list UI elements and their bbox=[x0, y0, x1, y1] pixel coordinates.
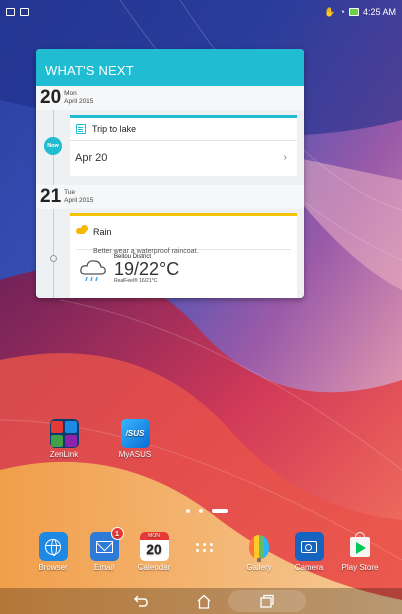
recents-icon bbox=[260, 594, 274, 608]
page-dot-active[interactable] bbox=[212, 509, 228, 513]
dock-app-gallery[interactable]: Gallery bbox=[238, 532, 280, 572]
browser-globe-icon bbox=[38, 532, 68, 561]
dock-app-calendar[interactable]: MON 20 Calendar bbox=[130, 532, 178, 572]
gallery-balloon-icon bbox=[245, 532, 274, 562]
home-button[interactable] bbox=[189, 591, 219, 611]
app-label: Play Store bbox=[341, 563, 379, 572]
date-number: 20 bbox=[40, 87, 62, 108]
app-label: Browser bbox=[38, 563, 68, 572]
event-date: Apr 20 bbox=[75, 151, 108, 164]
date-weekday: Tue bbox=[64, 189, 76, 196]
date-month-year: April 2015 bbox=[64, 98, 94, 105]
chevron-right-icon[interactable]: › bbox=[284, 152, 287, 163]
date-number: 21 bbox=[40, 186, 62, 207]
calendar-icon-day: 20 bbox=[146, 541, 162, 557]
date-month-year: April 2015 bbox=[64, 197, 94, 204]
event-card[interactable]: Trip to lake Apr 20 › bbox=[70, 115, 297, 176]
whats-next-widget[interactable]: WHAT'S NEXT 20 Mon April 2015 Now Trip t… bbox=[36, 49, 304, 298]
date-row-day-2: 21 Tue April 2015 bbox=[36, 185, 304, 209]
app-label: ZenLink bbox=[49, 450, 79, 459]
widget-title: WHAT'S NEXT bbox=[36, 49, 304, 86]
play-store-icon bbox=[346, 531, 375, 561]
status-bar: ✋ ◔ 4:25 AM bbox=[0, 0, 402, 24]
navigation-bar bbox=[0, 588, 402, 614]
app-label: Email bbox=[93, 563, 114, 572]
gallery-notification-icon bbox=[20, 8, 29, 16]
unread-badge: 1 bbox=[110, 527, 124, 540]
page-indicator bbox=[186, 509, 228, 513]
zenlink-icon bbox=[49, 419, 79, 448]
date-weekday: Mon bbox=[64, 90, 77, 97]
app-label: Calendar bbox=[137, 563, 171, 572]
status-time: 4:25 AM bbox=[362, 7, 396, 17]
back-button[interactable] bbox=[126, 591, 156, 611]
dock-app-play-store[interactable]: Play Store bbox=[337, 531, 383, 572]
cleaner-icon: ✋ bbox=[324, 6, 336, 17]
calendar-icon-month: MON bbox=[139, 532, 169, 540]
dock-app-camera[interactable]: Camera bbox=[288, 532, 330, 572]
page-dot[interactable] bbox=[186, 509, 190, 513]
rain-cloud-icon bbox=[80, 260, 106, 282]
email-icon: 1 bbox=[89, 527, 124, 561]
myasus-icon: /SUS bbox=[120, 419, 150, 448]
page-dot[interactable] bbox=[199, 509, 203, 513]
date-row-day-1: 20 Mon April 2015 bbox=[36, 86, 304, 110]
weather-temperature: 19/22°C bbox=[114, 259, 180, 279]
dock-app-browser[interactable]: Browser bbox=[32, 532, 74, 572]
app-myasus[interactable]: /SUS MyASUS bbox=[115, 419, 155, 459]
event-title: Trip to lake bbox=[92, 124, 137, 134]
battery-icon bbox=[348, 8, 359, 16]
widget-timeline: 20 Mon April 2015 Now Trip to lake Apr 2… bbox=[36, 86, 304, 298]
timeline-dot bbox=[50, 255, 57, 262]
notification-icon bbox=[6, 8, 15, 16]
app-label: Gallery bbox=[246, 563, 272, 572]
wifi-icon: ◔ bbox=[339, 7, 345, 17]
calendar-icon: MON 20 bbox=[139, 532, 169, 561]
app-label: Camera bbox=[294, 563, 324, 572]
partly-cloudy-icon bbox=[76, 225, 88, 235]
recents-button[interactable] bbox=[252, 591, 282, 611]
now-marker: Now bbox=[44, 137, 62, 155]
calendar-event-icon bbox=[76, 124, 86, 134]
all-apps-grid-icon bbox=[194, 536, 216, 558]
dock-all-apps-button[interactable] bbox=[191, 536, 219, 558]
camera-icon bbox=[294, 532, 324, 561]
home-icon bbox=[197, 594, 211, 609]
app-zenlink[interactable]: ZenLink bbox=[46, 419, 82, 459]
weather-title: Rain bbox=[93, 227, 112, 237]
app-label: MyASUS bbox=[118, 450, 152, 459]
dock-app-email[interactable]: 1 Email bbox=[85, 527, 124, 572]
weather-card[interactable]: Rain Better wear a waterproof raincoat. … bbox=[70, 213, 297, 298]
back-icon bbox=[134, 595, 148, 607]
